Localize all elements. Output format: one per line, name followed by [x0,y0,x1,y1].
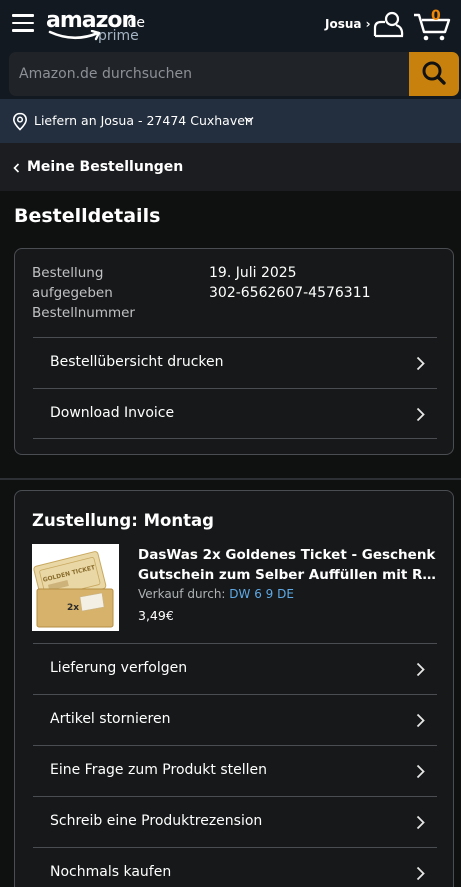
logo-prime: prime [98,28,139,44]
link-label: Eine Frage zum Produkt stellen [50,762,267,778]
link-label: Download Invoice [50,405,175,421]
user-icon[interactable] [372,10,406,38]
order-date-value: 19. Juli 2025 [209,265,297,281]
seller-info: Verkauf durch: DW 6 9 DE [138,587,294,601]
delivery-location-text: Liefern an Josua - 27474 Cuxhaven [34,113,253,128]
page-title: Bestelldetails [14,205,161,227]
ticket-count: 2x [67,603,79,613]
golden-ticket-image: GOLDEN TICKET 2x [32,544,119,631]
link-label: Nochmals kaufen [50,864,172,880]
chevron-right-icon [416,866,425,881]
link-label: Bestellübersicht drucken [50,354,224,370]
order-date-label-line1: Bestellung [32,265,104,281]
search-button[interactable] [409,52,459,96]
chevron-right-icon [416,815,425,830]
download-invoice-link[interactable]: Download Invoice [33,388,437,439]
account-link[interactable]: Josua › [325,17,371,31]
order-info-card: Bestellung aufgegeben 19. Juli 2025 Best… [14,248,454,455]
chevron-right-icon [416,356,425,371]
hamburger-menu-icon[interactable] [12,13,34,33]
buy-again-link[interactable]: Nochmals kaufen [33,847,437,887]
chevron-down-icon [244,117,254,123]
ask-product-question-link[interactable]: Eine Frage zum Produkt stellen [33,745,437,796]
chevron-right-icon [416,407,425,422]
product-title-line2: Gutschein zum Selber Auffüllen mit Rubbe… [138,567,443,583]
seller-prefix: Verkauf durch: [138,587,230,601]
order-date-label-line2: aufgegeben [32,285,113,301]
smile-arrow-icon [48,30,101,41]
link-label: Lieferung verfolgen [50,660,188,676]
search-field[interactable] [9,52,410,96]
breadcrumb-back-link[interactable]: Meine Bestellungen [0,143,461,191]
write-review-link[interactable]: Schreib eine Produktrezension [33,796,437,847]
chevron-right-icon [416,764,425,779]
chevron-left-icon [13,163,20,173]
location-pin-icon [12,112,28,131]
delivery-location-bar[interactable]: Liefern an Josua - 27474 Cuxhaven [0,99,461,143]
product-title-link[interactable]: DasWas 2x Goldenes Ticket - Geschenk Gut… [138,545,443,585]
product-title-line1: DasWas 2x Goldenes Ticket - Geschenk [138,547,436,563]
cancel-item-link[interactable]: Artikel stornieren [33,694,437,745]
search-bar [0,49,461,99]
top-bar: amazon .de prime Josua › 0 [0,0,461,49]
shipment-card: Zustellung: Montag GOLDEN TICKET 2x DasW… [14,490,454,887]
breadcrumb-label: Meine Bestellungen [27,159,184,175]
amazon-logo[interactable]: amazon .de prime [46,8,156,46]
print-order-summary-link[interactable]: Bestellübersicht drucken [33,337,437,388]
chevron-right-icon [416,662,425,677]
link-label: Schreib eine Produktrezension [50,813,263,829]
product-price: 3,49€ [138,608,174,623]
seller-link[interactable]: DW 6 9 DE [229,587,294,601]
cart-button[interactable]: 0 [412,8,452,42]
search-icon [422,61,446,85]
order-number-label: Bestellnummer [32,305,135,321]
track-delivery-link[interactable]: Lieferung verfolgen [33,643,437,694]
product-image[interactable]: GOLDEN TICKET 2x [32,544,119,631]
section-divider [0,478,461,480]
order-number-value: 302-6562607-4576311 [209,285,371,301]
search-input[interactable] [9,52,410,96]
chevron-right-icon [416,713,425,728]
delivery-status-title: Zustellung: Montag [32,511,214,530]
link-label: Artikel stornieren [50,711,171,727]
cart-count: 0 [431,8,441,24]
